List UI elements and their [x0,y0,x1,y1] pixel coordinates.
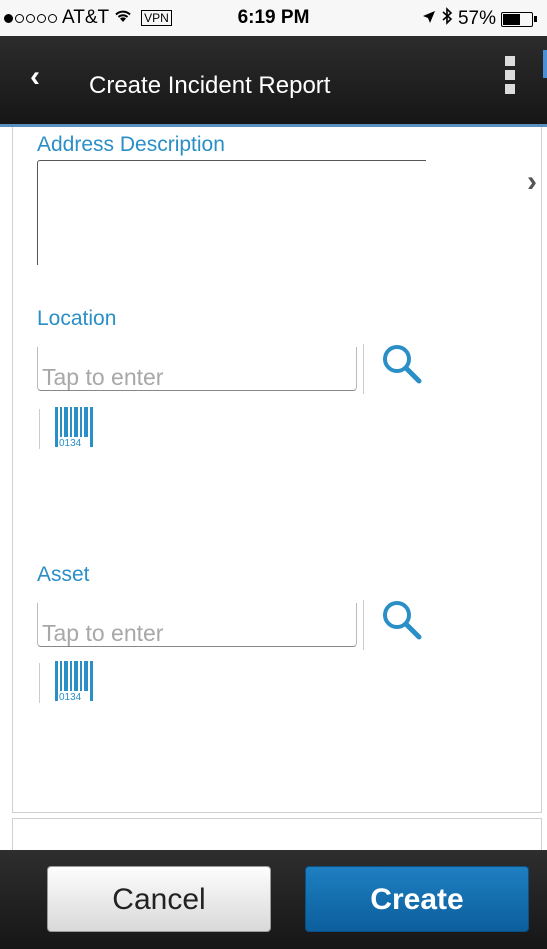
header-edge-accent [543,50,547,78]
barcode-digits: 0134 [59,692,82,703]
page-title: Create Incident Report [89,72,331,99]
app-header: ‹ Create Incident Report [0,36,547,127]
location-arrow-icon [422,8,436,30]
asset-input[interactable]: Tap to enter [37,603,357,647]
location-barcode-divider [39,409,40,449]
battery-icon [501,11,533,27]
asset-barcode-scan-icon[interactable]: 0134 [55,661,115,705]
battery-percent: 57% [457,8,496,29]
asset-barcode-divider [39,663,40,703]
create-button[interactable]: Create [305,866,529,932]
location-barcode-scan-icon[interactable]: 0134 [55,407,115,451]
status-bar: AT&T VPN 6:19 PM 57% [0,0,547,36]
back-button[interactable]: ‹ [30,60,40,94]
address-description-textarea[interactable] [37,160,426,265]
asset-label: Asset [37,563,90,586]
location-divider [363,344,364,394]
more-menu-button[interactable] [505,56,515,94]
chevron-left-icon: ‹ [30,60,40,93]
more-vertical-icon [505,56,515,66]
address-description-label: Address Description [37,133,225,156]
status-right: 57% [422,7,537,31]
asset-divider [363,600,364,650]
battery-tip [534,16,537,22]
bluetooth-icon [441,7,453,31]
chevron-right-icon[interactable]: › [527,165,537,199]
location-label: Location [37,307,117,330]
barcode-digits: 0134 [59,438,82,449]
form-panel: Address Description › Location Tap to en… [12,127,542,813]
location-input[interactable]: Tap to enter [37,347,357,391]
asset-search-icon[interactable] [379,597,425,643]
action-footer: Cancel Create [0,850,547,949]
location-search-icon[interactable] [379,341,425,387]
cancel-button[interactable]: Cancel [47,866,271,932]
